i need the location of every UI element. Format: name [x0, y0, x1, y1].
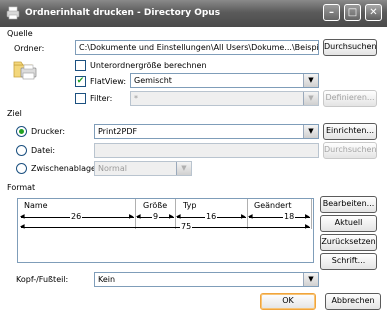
- chevron-down-icon: ▼: [303, 92, 318, 105]
- filter-value: *: [134, 94, 138, 103]
- flatview-checkbox[interactable]: ✔: [75, 76, 86, 87]
- zwischenablage-label: Zwischenablage:: [31, 164, 99, 173]
- drucker-dropdown[interactable]: Print2PDF ▼: [94, 124, 319, 139]
- minimize-button[interactable]: –: [323, 4, 340, 21]
- divider: [35, 34, 380, 35]
- drucker-radio[interactable]: [16, 126, 27, 137]
- column-name-header[interactable]: Name: [24, 201, 48, 210]
- datei-label: Datei:: [31, 146, 56, 155]
- arrow-right-icon: ▶: [129, 213, 134, 220]
- kopf-fussteil-label: Kopf-/Fußteil:: [16, 275, 69, 284]
- chevron-down-icon: ▼: [303, 74, 318, 87]
- column-width-groesse: 9: [152, 212, 160, 221]
- drucker-label: Drucker:: [31, 127, 66, 136]
- folder-icon: [13, 61, 37, 80]
- title-bar[interactable]: Ordnerinhalt drucken - Directory Opus – …: [0, 0, 387, 27]
- printer-icon: [6, 6, 20, 20]
- zuruecksetzen-button[interactable]: Zurücksetzen: [320, 234, 377, 251]
- datei-path-field[interactable]: [94, 143, 319, 158]
- arrow-left-icon: ◀: [20, 223, 25, 230]
- aktuell-button[interactable]: Aktuell: [320, 215, 377, 232]
- divider: [25, 114, 380, 115]
- total-width-value: 75: [180, 222, 193, 231]
- datei-radio[interactable]: [16, 145, 27, 156]
- kopf-fussteil-value: Kein: [98, 275, 116, 284]
- chevron-down-icon: ▼: [176, 162, 191, 175]
- column-width-name: 26: [70, 212, 83, 221]
- ok-button[interactable]: OK: [260, 293, 316, 310]
- column-typ-header[interactable]: Typ: [183, 201, 196, 210]
- column-separator[interactable]: [311, 199, 312, 229]
- zwischenablage-radio[interactable]: [16, 163, 27, 174]
- arrow-right-icon: ▶: [169, 213, 174, 220]
- arrow-right-icon: ▶: [305, 213, 310, 220]
- arrow-left-icon: ◀: [176, 213, 181, 220]
- arrow-left-icon: ◀: [248, 213, 253, 220]
- arrow-right-icon: ▶: [241, 213, 246, 220]
- bearbeiten-button[interactable]: Bearbeiten...: [320, 196, 377, 213]
- filter-dropdown[interactable]: * ▼: [130, 91, 319, 106]
- arrow-left-icon: ◀: [20, 213, 25, 220]
- schrift-button[interactable]: Schrift...: [320, 253, 377, 270]
- arrow-left-icon: ◀: [136, 213, 141, 220]
- section-format: Format: [7, 183, 36, 192]
- column-header-row: Name Größe Typ Geändert: [18, 199, 313, 212]
- dialog-body: Quelle Ordner: C:\Dokumente und Einstell…: [3, 27, 384, 317]
- column-width-typ: 16: [205, 212, 218, 221]
- width-indicator-line: [249, 217, 310, 218]
- window-title: Ordnerinhalt drucken - Directory Opus: [25, 8, 221, 18]
- kopf-fussteil-dropdown[interactable]: Kein ▼: [94, 272, 319, 287]
- flatview-dropdown[interactable]: Gemischt ▼: [130, 73, 319, 88]
- column-width-geaendert: 18: [283, 212, 296, 221]
- chevron-down-icon: ▼: [303, 273, 318, 286]
- column-groesse-header[interactable]: Größe: [143, 201, 167, 210]
- section-quelle: Quelle: [7, 29, 33, 38]
- section-ziel: Ziel: [7, 109, 22, 118]
- column-geaendert-header[interactable]: Geändert: [254, 201, 292, 210]
- flatview-label: FlatView:: [90, 77, 127, 86]
- print-folder-dialog: Ordnerinhalt drucken - Directory Opus – …: [0, 0, 387, 320]
- drucker-value: Print2PDF: [98, 127, 138, 136]
- close-button[interactable]: ✕: [365, 4, 382, 21]
- filter-checkbox[interactable]: [75, 93, 86, 104]
- zwischenablage-value: Normal: [98, 164, 127, 173]
- definieren-button[interactable]: Definieren...: [323, 90, 377, 107]
- radio-selected-dot: [19, 129, 24, 134]
- filter-label: Filter:: [90, 94, 113, 103]
- column-format-preview[interactable]: Name Größe Typ Geändert ◀ ▶ 26 ◀ ▶ 9 ◀ ▶…: [17, 198, 314, 263]
- abbrechen-button[interactable]: Abbrechen: [325, 293, 381, 310]
- zwischenablage-dropdown[interactable]: Normal ▼: [94, 161, 192, 176]
- ordner-path-field[interactable]: C:\Dokumente und Einstellungen\All Users…: [75, 40, 319, 55]
- ordner-label: Ordner:: [14, 44, 45, 53]
- maximize-button[interactable]: □: [344, 4, 361, 21]
- divider: [37, 188, 380, 189]
- unterordner-label: Unterordnergröße berechnen: [90, 61, 207, 70]
- unterordner-checkbox[interactable]: [75, 60, 86, 71]
- ziel-durchsuchen-button[interactable]: Durchsuchen: [323, 142, 377, 159]
- flatview-value: Gemischt: [134, 76, 172, 85]
- chevron-down-icon: ▼: [303, 125, 318, 138]
- quelle-durchsuchen-button[interactable]: Durchsuchen: [323, 39, 377, 56]
- arrow-right-icon: ▶: [305, 223, 310, 230]
- total-width-line: [21, 227, 310, 228]
- einrichten-button[interactable]: Einrichten...: [323, 123, 377, 140]
